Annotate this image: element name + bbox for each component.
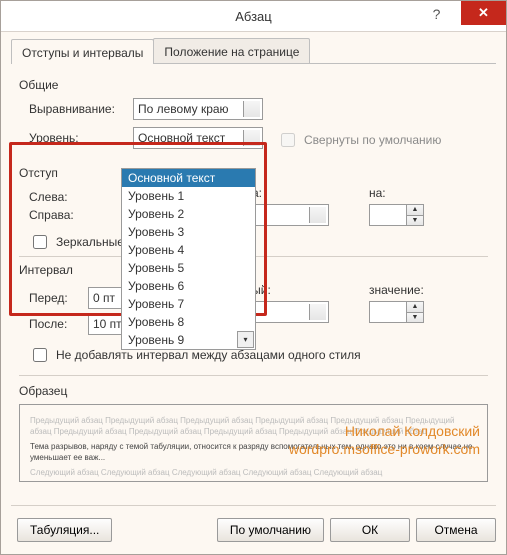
paragraph-dialog: Абзац ? ✕ Отступы и интервалы Положение … — [0, 0, 507, 555]
before-label: Перед: — [29, 291, 88, 305]
level-dropdown[interactable]: Основной текстУровень 1Уровень 2Уровень … — [121, 168, 256, 350]
titlebar: Абзац ? ✕ — [1, 1, 506, 32]
first-line-by-spinner[interactable]: ▲▼ — [369, 204, 424, 226]
tab-indents[interactable]: Отступы и интервалы — [11, 39, 154, 64]
level-option[interactable]: Уровень 1 — [122, 187, 255, 205]
preview-after: Следующий абзац Следующий абзац Следующи… — [30, 467, 477, 478]
collapse-label: Свернуты по умолчанию — [304, 133, 441, 147]
chevron-down-icon[interactable]: ▾ — [237, 331, 254, 348]
level-option[interactable]: Основной текст — [122, 169, 255, 187]
mirror-indent-checkbox[interactable] — [33, 235, 47, 249]
after-label: После: — [29, 317, 88, 331]
level-option[interactable]: Уровень 3 — [122, 223, 255, 241]
default-button[interactable]: По умолчанию — [217, 518, 324, 542]
chevron-down-icon — [248, 106, 256, 114]
collapse-checkbox — [281, 133, 295, 147]
level-option[interactable]: Уровень 5 — [122, 259, 255, 277]
cancel-button[interactable]: Отмена — [416, 518, 496, 542]
tabs-button[interactable]: Табуляция... — [17, 518, 112, 542]
caret-down-icon[interactable]: ▼ — [407, 313, 423, 323]
question-icon: ? — [433, 6, 441, 22]
value-label: значение: — [369, 283, 488, 297]
close-button[interactable]: ✕ — [461, 1, 506, 25]
watermark: Николай Колдовский wordpro.msoffice-prow… — [289, 422, 480, 458]
level-select[interactable]: Основной текст — [133, 127, 263, 149]
level-option[interactable]: Уровень 9 — [122, 331, 255, 349]
section-preview: Образец — [19, 384, 488, 398]
alignment-label: Выравнивание: — [29, 102, 133, 116]
alignment-value: По левому краю — [138, 102, 229, 116]
watermark-author: Николай Колдовский — [289, 422, 480, 440]
chevron-down-icon — [248, 135, 256, 143]
ok-button[interactable]: ОК — [330, 518, 410, 542]
indent-right-label: Справа: — [29, 208, 93, 222]
level-option[interactable]: Уровень 8 — [122, 313, 255, 331]
dont-add-space-label: Не добавлять интервал между абзацами одн… — [56, 348, 361, 362]
watermark-site: wordpro.msoffice-prowork.com — [289, 440, 480, 458]
level-option[interactable]: Уровень 7 — [122, 295, 255, 313]
dont-add-space-checkbox[interactable] — [33, 348, 47, 362]
level-value: Основной текст — [138, 131, 225, 145]
dialog-footer: Табуляция... По умолчанию ОК Отмена — [11, 505, 496, 544]
level-label: Уровень: — [29, 131, 133, 145]
chevron-down-icon — [314, 309, 322, 317]
tabstrip: Отступы и интервалы Положение на страниц… — [11, 38, 496, 64]
caret-down-icon[interactable]: ▼ — [407, 216, 423, 226]
value-spinner[interactable]: ▲▼ — [369, 301, 424, 323]
caret-up-icon[interactable]: ▲ — [407, 302, 423, 313]
level-option[interactable]: Уровень 6 — [122, 277, 255, 295]
caret-up-icon[interactable]: ▲ — [407, 205, 423, 216]
help-button[interactable]: ? — [413, 1, 460, 27]
chevron-down-icon — [314, 212, 322, 220]
indent-left-label: Слева: — [29, 190, 93, 204]
alignment-select[interactable]: По левому краю — [133, 98, 263, 120]
tab-position[interactable]: Положение на странице — [153, 38, 310, 63]
level-option[interactable]: Уровень 4 — [122, 241, 255, 259]
by-label: на: — [369, 186, 488, 200]
level-option[interactable]: Уровень 2 — [122, 205, 255, 223]
close-icon: ✕ — [478, 5, 489, 21]
section-general: Общие — [19, 78, 488, 92]
